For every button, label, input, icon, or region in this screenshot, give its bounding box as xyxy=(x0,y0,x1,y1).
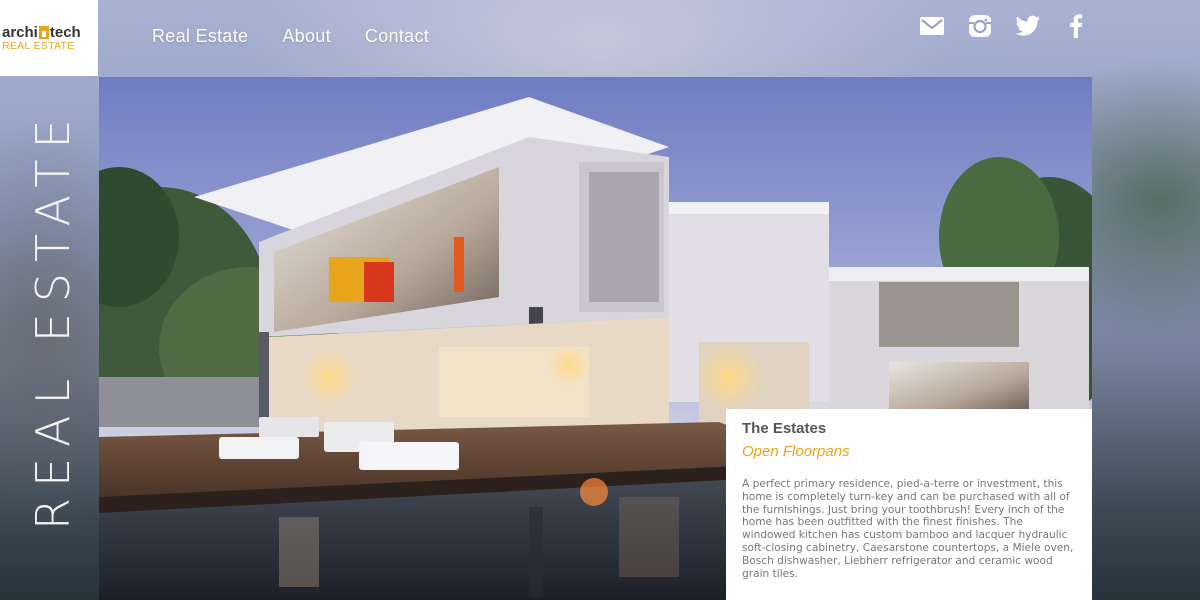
vertical-page-title: REAL ESTATE xyxy=(26,108,80,530)
card-title: The Estates xyxy=(742,420,827,437)
logo-text-archi: archi xyxy=(2,23,38,41)
card-description: A perfect primary residence, pied-a-terr… xyxy=(742,478,1074,580)
estate-info-card: The Estates Open Floorpans A perfect pri… xyxy=(726,409,1092,600)
nav-about[interactable]: About xyxy=(282,26,331,47)
logo-text-tech: tech xyxy=(49,23,81,41)
social-links xyxy=(918,14,1090,38)
nav-real-estate[interactable]: Real Estate xyxy=(152,26,248,47)
house-icon xyxy=(38,25,49,39)
instagram-icon[interactable] xyxy=(966,14,994,38)
facebook-icon[interactable] xyxy=(1062,14,1090,38)
twitter-icon[interactable] xyxy=(1014,14,1042,38)
mail-icon[interactable] xyxy=(918,14,946,38)
main-nav: Real Estate About Contact xyxy=(152,26,429,47)
card-subtitle: Open Floorpans xyxy=(742,443,850,460)
logo-subtitle: REAL ESTATE xyxy=(2,39,75,52)
nav-contact[interactable]: Contact xyxy=(365,26,429,47)
logo[interactable]: archi tech REAL ESTATE xyxy=(0,0,98,76)
